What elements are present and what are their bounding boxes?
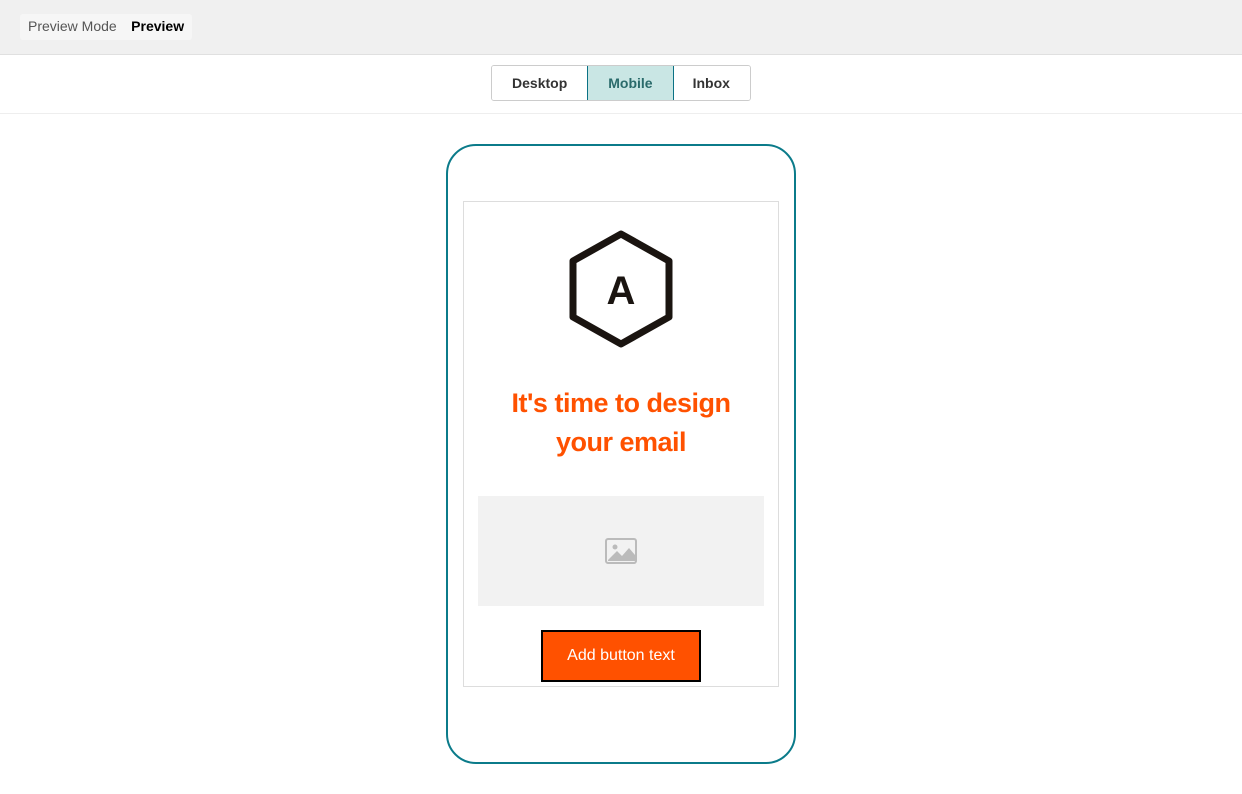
tab-mobile[interactable]: Mobile	[587, 65, 673, 101]
hexagon-logo-icon: A	[569, 230, 673, 348]
email-heading: It's time to design your email	[478, 384, 764, 462]
tabs-bar: Desktop Mobile Inbox	[0, 55, 1242, 114]
cta-button[interactable]: Add button text	[541, 630, 701, 682]
preview-tabs: Desktop Mobile Inbox	[491, 65, 751, 101]
svg-text:A: A	[607, 269, 636, 313]
tab-desktop[interactable]: Desktop	[492, 66, 588, 100]
breadcrumb-label: Preview Mode	[28, 18, 117, 34]
image-placeholder	[478, 496, 764, 606]
breadcrumb-value: Preview	[131, 18, 184, 34]
email-preview: A It's time to design your email Add but…	[463, 201, 779, 687]
logo-hexagon: A	[478, 230, 764, 348]
preview-area: A It's time to design your email Add but…	[0, 114, 1242, 794]
tab-inbox[interactable]: Inbox	[673, 66, 750, 100]
image-placeholder-icon	[605, 538, 637, 564]
header-bar: Preview Mode Preview	[0, 0, 1242, 55]
breadcrumb: Preview Mode Preview	[20, 14, 192, 40]
mobile-device-frame: A It's time to design your email Add but…	[446, 144, 796, 764]
